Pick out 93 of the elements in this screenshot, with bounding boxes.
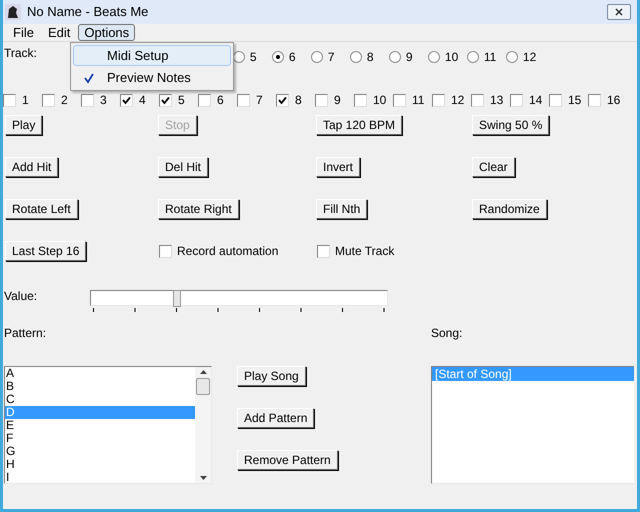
checkbox[interactable] (120, 94, 133, 106)
track-number: 8 (366, 49, 374, 66)
step-number: 5 (178, 92, 185, 109)
radio-button[interactable] (466, 51, 479, 63)
checkbox[interactable] (315, 94, 328, 106)
push-button[interactable]: Del Hit (158, 157, 208, 177)
step-number: 14 (529, 92, 542, 109)
track-number: 11 (484, 49, 496, 66)
step-number: 6 (217, 92, 224, 109)
step-number: 3 (100, 92, 107, 109)
checkbox[interactable] (549, 94, 562, 106)
menu-item[interactable]: Options (78, 24, 136, 41)
push-button[interactable]: Last Step 16 (5, 241, 86, 261)
list-item[interactable]: B (5, 380, 195, 393)
push-button[interactable]: Rotate Left (5, 199, 78, 219)
step-number: 2 (61, 92, 68, 109)
radio-button[interactable] (428, 51, 440, 63)
step-number: 4 (139, 92, 146, 109)
radio-button[interactable] (272, 51, 284, 63)
list-item[interactable]: H (5, 458, 195, 471)
track-label: Track: (4, 45, 37, 62)
push-button[interactable]: Add Hit (5, 157, 58, 177)
list-item[interactable]: F (5, 432, 195, 445)
checkbox[interactable] (432, 94, 445, 106)
step-number: 10 (373, 92, 386, 109)
checkbox[interactable] (588, 94, 601, 106)
track-number: 12 (522, 49, 536, 66)
app-icon (5, 4, 21, 20)
push-button[interactable]: Rotate Right (158, 199, 239, 219)
step-number: 12 (451, 92, 464, 109)
checkbox[interactable] (471, 94, 484, 106)
checkbox-label: Mute Track (335, 243, 394, 260)
pattern-label: Pattern: (4, 325, 48, 342)
push-button[interactable]: Invert (316, 157, 360, 177)
track-number: 10 (444, 49, 458, 66)
push-button[interactable]: Randomize (472, 199, 547, 219)
track-number: 9 (406, 49, 413, 66)
checkbox[interactable] (198, 94, 211, 106)
value-label: Value: (4, 288, 38, 305)
menu-option[interactable]: Preview Notes (73, 67, 231, 88)
checkbox[interactable] (393, 94, 406, 106)
close-button[interactable] (607, 4, 631, 20)
push-button[interactable]: Play (5, 115, 42, 135)
checkbox[interactable] (81, 94, 94, 106)
push-button[interactable]: Play Song (237, 366, 306, 386)
list-item[interactable]: G (5, 445, 195, 458)
push-button[interactable]: Swing 50 % (472, 115, 550, 135)
step-number: 11 (412, 92, 424, 109)
step-number: 15 (568, 92, 582, 109)
step-number: 9 (334, 92, 341, 109)
window-title: No Name - Beats Me (27, 3, 148, 22)
scroll-thumb[interactable] (196, 378, 210, 395)
checkbox[interactable] (510, 94, 523, 106)
radio-button[interactable] (388, 51, 401, 63)
close-icon (615, 8, 623, 16)
radio-button[interactable] (506, 51, 518, 63)
step-number: 7 (256, 92, 263, 109)
step-number: 1 (22, 92, 29, 109)
track-number: 6 (288, 49, 296, 66)
checkbox[interactable] (159, 94, 172, 106)
push-button[interactable]: Add Pattern (237, 408, 314, 428)
list-item[interactable]: E (5, 419, 195, 432)
checkbox[interactable] (276, 94, 289, 106)
checkbox[interactable] (159, 244, 172, 258)
track-number: 5 (250, 49, 257, 66)
slider-thumb[interactable] (172, 290, 181, 307)
menu-item[interactable]: File (7, 24, 40, 41)
menu-option[interactable]: Midi Setup (73, 45, 231, 66)
song-label: Song: (431, 325, 462, 342)
push-button[interactable]: Fill Nth (316, 199, 368, 219)
checkbox[interactable] (3, 94, 16, 106)
scroll-up-icon[interactable] (200, 370, 206, 374)
checkbox[interactable] (317, 244, 330, 258)
list-item[interactable]: A (5, 367, 195, 380)
step-number: 8 (295, 92, 302, 109)
radio-button[interactable] (310, 51, 323, 63)
track-number: 7 (328, 49, 335, 66)
scroll-down-icon[interactable] (200, 476, 206, 480)
checkbox[interactable] (237, 94, 250, 106)
list-item[interactable]: C (5, 393, 195, 406)
step-number: 16 (607, 92, 620, 109)
push-button[interactable]: Remove Pattern (237, 450, 338, 470)
scrollbar[interactable] (195, 367, 211, 483)
checkbox-label: Record automation (177, 243, 278, 260)
push-button[interactable]: Tap 120 BPM (316, 115, 402, 135)
checkmark-icon (83, 72, 95, 84)
checkbox[interactable] (42, 94, 55, 106)
push-button[interactable]: Clear (472, 157, 515, 177)
radio-button[interactable] (350, 51, 362, 63)
list-item[interactable]: I (5, 471, 195, 484)
menu-item[interactable]: Edit (42, 24, 76, 41)
checkbox[interactable] (354, 94, 367, 106)
step-number: 13 (490, 92, 504, 109)
